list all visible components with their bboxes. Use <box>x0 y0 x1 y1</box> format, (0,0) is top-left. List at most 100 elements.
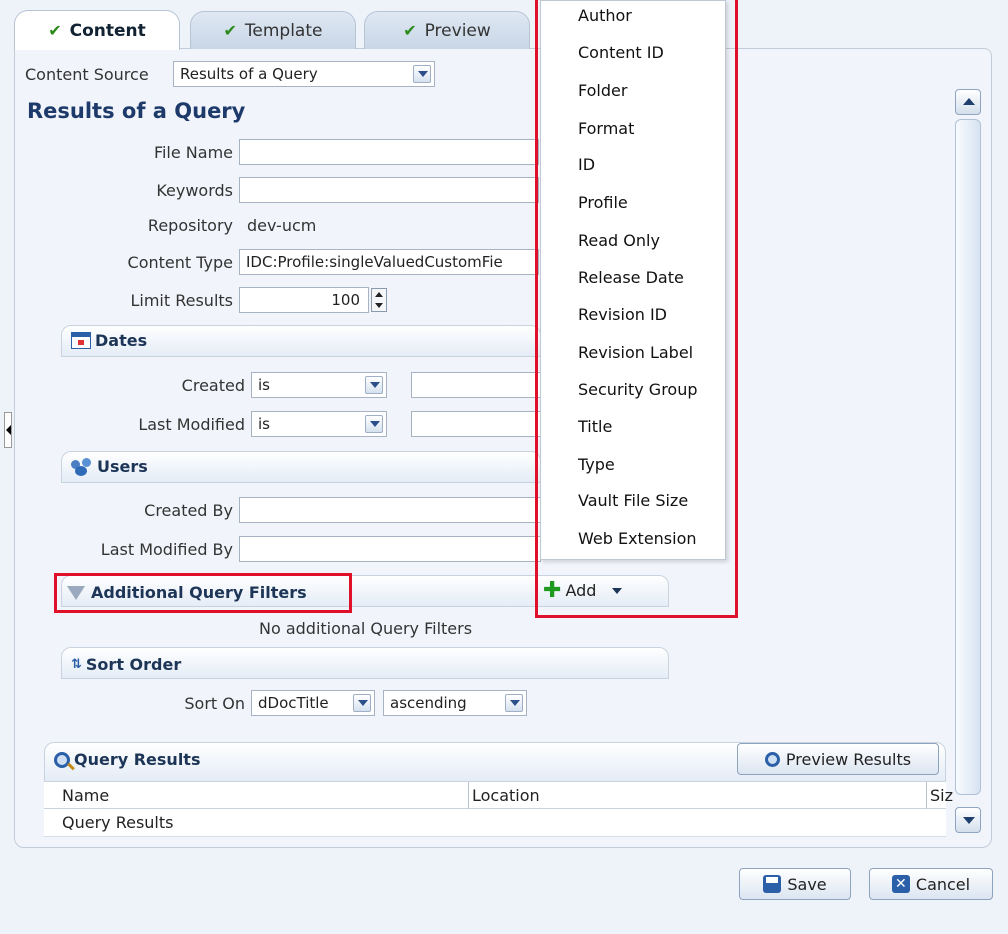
save-button[interactable]: Save <box>739 868 851 900</box>
sort-field-value: dDocTitle <box>258 694 329 712</box>
results-title-text: Query Results <box>74 750 201 769</box>
floppy-disk-icon <box>763 875 782 893</box>
menu-item-folder[interactable]: Folder <box>578 81 627 100</box>
add-filter-button[interactable]: ✚ Add <box>543 577 623 603</box>
sort-direction-value: ascending <box>390 694 467 712</box>
results-table-header: Name Location Siz <box>44 781 953 810</box>
created-date-input[interactable] <box>411 372 541 398</box>
last-modified-operator-select[interactable]: is <box>251 411 387 437</box>
dates-section-title: Dates <box>71 331 147 350</box>
menu-item-web-extension[interactable]: Web Extension <box>578 529 697 548</box>
file-name-label: File Name <box>153 143 233 162</box>
tab-content-label: Content <box>69 20 146 41</box>
menu-item-title[interactable]: Title <box>578 417 612 436</box>
column-divider[interactable] <box>468 782 469 810</box>
column-location[interactable]: Location <box>472 786 540 805</box>
tab-preview-label: Preview <box>424 20 491 41</box>
chevron-down-icon <box>413 65 431 83</box>
menu-item-profile[interactable]: Profile <box>578 193 628 212</box>
content-type-label: Content Type <box>127 253 233 272</box>
file-name-input[interactable] <box>239 139 539 165</box>
column-name[interactable]: Name <box>62 786 109 805</box>
content-source-label: Content Source <box>25 65 149 84</box>
cancel-button[interactable]: ✕ Cancel <box>869 868 993 900</box>
collapse-handle[interactable] <box>4 412 12 448</box>
created-by-input[interactable] <box>239 497 541 523</box>
keywords-input[interactable] <box>239 177 539 203</box>
plus-icon: ✚ <box>543 577 562 603</box>
table-row[interactable]: Query Results <box>44 809 946 837</box>
last-modified-date-input[interactable] <box>411 411 541 437</box>
chevron-down-icon <box>353 694 371 712</box>
chevron-down-icon <box>365 415 383 433</box>
add-filter-label: Add <box>565 581 597 600</box>
check-icon: ✔ <box>223 21 237 40</box>
funnel-icon <box>67 585 85 600</box>
sort-section-title: ⇅ Sort Order <box>71 655 181 674</box>
results-section-title: Query Results <box>54 750 201 770</box>
limit-results-spinner[interactable] <box>371 288 387 312</box>
tab-preview[interactable]: ✔ Preview <box>364 11 530 49</box>
created-label: Created <box>181 376 245 395</box>
caret-left-icon <box>6 425 11 435</box>
keywords-label: Keywords <box>156 181 233 200</box>
vertical-scrollbar[interactable] <box>955 89 981 833</box>
tab-template-label: Template <box>244 20 323 41</box>
magnifier-icon <box>54 751 75 770</box>
last-modified-operator-value: is <box>258 415 270 433</box>
sort-field-select[interactable]: dDocTitle <box>251 690 375 716</box>
page-title: Results of a Query <box>27 99 246 123</box>
users-icon <box>71 457 93 476</box>
sort-on-label: Sort On <box>184 694 245 713</box>
spin-down-icon <box>375 303 383 308</box>
menu-item-content-id[interactable]: Content ID <box>578 43 664 62</box>
no-filters-text: No additional Query Filters <box>259 619 473 638</box>
users-section-title: Users <box>71 457 148 476</box>
scroll-up-icon[interactable] <box>955 89 981 115</box>
scroll-down-icon[interactable] <box>955 807 981 833</box>
last-modified-label: Last Modified <box>138 415 245 434</box>
menu-item-author[interactable]: Author <box>578 6 632 25</box>
dates-title-text: Dates <box>95 331 148 350</box>
menu-item-revision-label[interactable]: Revision Label <box>578 343 693 362</box>
chevron-down-icon <box>612 587 623 594</box>
check-icon: ✔ <box>403 21 417 40</box>
users-title-text: Users <box>97 457 148 476</box>
content-source-select[interactable]: Results of a Query <box>173 61 435 87</box>
content-panel: Content Source Results of a Query Result… <box>14 48 992 848</box>
row-name-cell: Query Results <box>62 813 174 832</box>
close-icon: ✕ <box>891 875 910 893</box>
sort-title-text: Sort Order <box>85 655 182 674</box>
menu-item-security-group[interactable]: Security Group <box>578 380 698 399</box>
menu-item-revision-id[interactable]: Revision ID <box>578 305 667 324</box>
preview-results-label: Preview Results <box>785 749 912 769</box>
tab-content[interactable]: ✔ Content <box>14 10 180 50</box>
limit-results-input[interactable]: 100 <box>239 287 369 313</box>
menu-item-type[interactable]: Type <box>578 455 615 474</box>
spin-up-icon <box>375 292 383 297</box>
tab-template[interactable]: ✔ Template <box>190 11 356 49</box>
menu-item-format[interactable]: Format <box>578 119 634 138</box>
last-modified-by-input[interactable] <box>239 536 541 562</box>
cancel-label: Cancel <box>915 874 971 894</box>
menu-item-read-only[interactable]: Read Only <box>578 231 660 250</box>
calendar-icon <box>71 332 91 349</box>
filters-title-text: Additional Query Filters <box>91 583 307 602</box>
scroll-thumb[interactable] <box>955 119 981 795</box>
created-operator-value: is <box>258 376 270 394</box>
column-divider[interactable] <box>926 782 927 810</box>
column-size[interactable]: Siz <box>930 786 953 805</box>
created-by-label: Created By <box>144 501 233 520</box>
created-operator-select[interactable]: is <box>251 372 387 398</box>
last-modified-by-label: Last Modified By <box>100 540 233 559</box>
menu-item-release-date[interactable]: Release Date <box>578 268 684 287</box>
repository-value: dev-ucm <box>247 216 317 235</box>
menu-item-id[interactable]: ID <box>578 155 595 174</box>
content-source-value: Results of a Query <box>180 65 318 83</box>
sort-direction-select[interactable]: ascending <box>383 690 527 716</box>
filters-section-title: Additional Query Filters <box>67 583 307 602</box>
preview-results-button[interactable]: Preview Results <box>737 743 939 775</box>
limit-results-label: Limit Results <box>130 291 233 310</box>
menu-item-vault-file-size[interactable]: Vault File Size <box>578 491 688 510</box>
content-type-input[interactable]: IDC:Profile:singleValuedCustomFie <box>239 249 539 275</box>
